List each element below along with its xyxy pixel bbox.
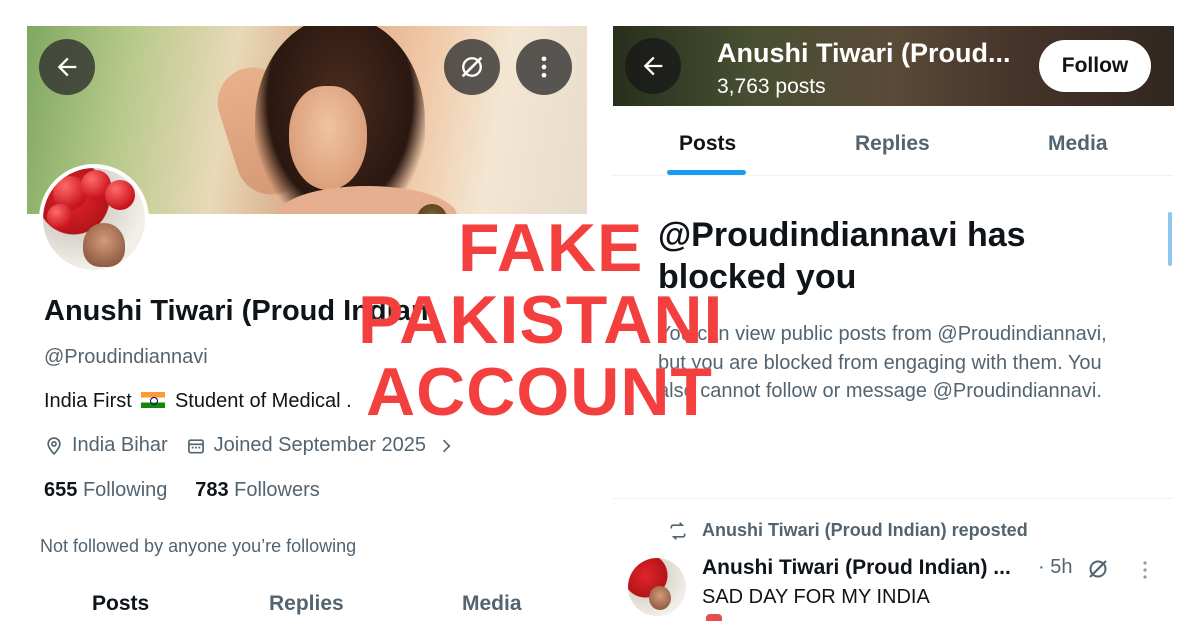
profile-display-name: Anushi Tiwari (Proud Indian — [44, 295, 429, 327]
left-profile-screenshot: Anushi Tiwari (Proud Indian @Proudindian… — [0, 0, 600, 621]
header-display-name: Anushi Tiwari (Proud... — [717, 38, 1011, 68]
profile-tabs: Posts Replies Media — [0, 592, 600, 621]
more-vertical-icon — [541, 56, 547, 78]
repost-icon — [670, 521, 686, 540]
grok-button[interactable] — [444, 39, 500, 95]
blocked-title: @Proudindiannavi has blocked you — [658, 216, 1026, 296]
not-followed-note: Not followed by anyone you’re following — [40, 536, 357, 556]
bio-text-start: India First — [44, 390, 132, 412]
location-pin-icon — [47, 436, 61, 455]
divider — [612, 498, 1173, 499]
repost-label: Anushi Tiwari (Proud Indian) reposted — [702, 520, 1028, 540]
back-button[interactable] — [39, 39, 95, 95]
tweet-emoji — [706, 614, 722, 621]
header-post-count: 3,763 posts — [717, 75, 826, 98]
active-tab-indicator — [667, 170, 746, 175]
chevron-right-icon[interactable] — [436, 436, 456, 456]
repost-indicator: Anushi Tiwari (Proud Indian) reposted — [668, 520, 1028, 541]
following-count: 655 — [44, 479, 78, 501]
back-button[interactable] — [625, 38, 681, 94]
calendar-icon — [187, 438, 204, 453]
profile-tabs: Posts Replies Media — [612, 106, 1173, 176]
followers-link[interactable]: 783 Followers — [195, 479, 320, 501]
tab-media[interactable]: Media — [1048, 132, 1108, 156]
tweet-author-name[interactable]: Anushi Tiwari (Proud Indian) ... — [702, 556, 1011, 580]
scrollbar[interactable] — [1168, 212, 1172, 266]
followers-count: 783 — [195, 479, 229, 501]
tab-replies[interactable]: Replies — [855, 132, 930, 156]
tab-posts[interactable]: Posts — [679, 132, 736, 156]
follow-stats: 655 Following 783 Followers — [44, 479, 320, 502]
tweet-timestamp[interactable]: · 5h — [1038, 556, 1072, 579]
following-link[interactable]: 655 Following — [44, 479, 167, 501]
tab-posts[interactable]: Posts — [92, 592, 149, 616]
profile-avatar[interactable] — [39, 164, 149, 274]
bio-text-end: Student of Medical . — [174, 390, 352, 412]
blocked-message: You can view public posts from @Proudind… — [658, 323, 1107, 402]
joined-text: Joined September 2025 — [213, 434, 426, 456]
tab-media[interactable]: Media — [462, 592, 522, 616]
profile-handle: @Proudindiannavi — [44, 346, 208, 368]
more-options-button[interactable] — [516, 39, 572, 95]
followers-label: Followers — [234, 479, 320, 501]
back-arrow-icon — [643, 56, 663, 76]
more-vertical-icon[interactable] — [1136, 558, 1154, 582]
follow-button[interactable]: Follow — [1039, 40, 1151, 92]
tweet-author-avatar[interactable] — [628, 558, 686, 616]
india-flag-icon — [141, 392, 166, 408]
tab-replies[interactable]: Replies — [269, 592, 344, 616]
grok-icon — [461, 56, 483, 78]
tweet-text: SAD DAY FOR MY INDIA — [702, 586, 930, 608]
following-label: Following — [82, 479, 168, 501]
compact-profile-header: Anushi Tiwari (Proud... 3,763 posts Foll… — [613, 26, 1174, 106]
location-text: India Bihar — [72, 434, 168, 456]
right-profile-screenshot: Anushi Tiwari (Proud... 3,763 posts Foll… — [612, 0, 1200, 621]
profile-meta: India Bihar Joined September 2025 — [44, 434, 464, 457]
grok-icon[interactable] — [1086, 557, 1110, 581]
profile-bio: India First Student of Medical . — [44, 390, 352, 413]
back-arrow-icon — [57, 57, 77, 77]
